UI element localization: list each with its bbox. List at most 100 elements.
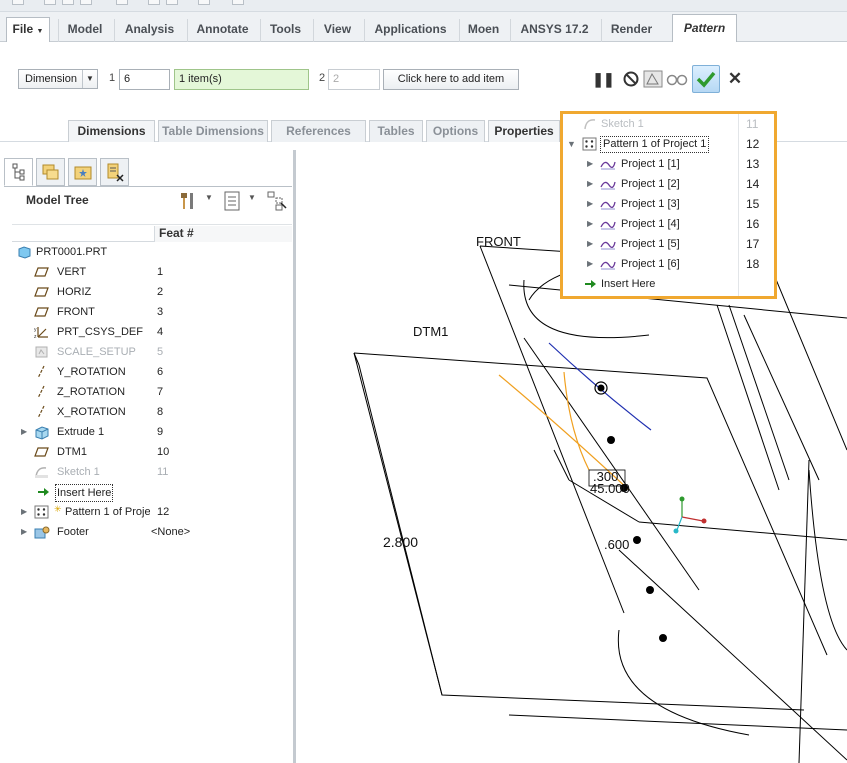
- direction2-count-input[interactable]: 2: [328, 69, 380, 90]
- popup-item-label: Insert Here: [601, 278, 656, 290]
- navigator-panel: Model Tree ▼ ▼ Feat # PRT0001.PRT VERT 1…: [0, 150, 296, 763]
- popup-item-project-1-3[interactable]: ▶ Project 1 [3] 15: [563, 194, 774, 214]
- model-tree-tab-icon[interactable]: [4, 158, 33, 186]
- tab-file[interactable]: File ▼: [6, 17, 50, 42]
- feat-number-header[interactable]: Feat #: [154, 226, 292, 242]
- tree-item-vert[interactable]: VERT 1: [12, 262, 292, 282]
- chevron-down-icon[interactable]: ▼: [205, 193, 213, 202]
- add-item-button[interactable]: Click here to add item: [383, 69, 519, 90]
- popup-item-sketch-1[interactable]: Sketch 1 11: [563, 114, 774, 134]
- tree-item-label: Extrude 1: [57, 426, 105, 438]
- expand-arrow-icon[interactable]: ▶: [587, 214, 593, 234]
- popup-item-project-1-4[interactable]: ▶ Project 1 [4] 16: [563, 214, 774, 234]
- tree-item-prt-csys-def[interactable]: yz PRT_CSYS_DEF 4: [12, 322, 292, 342]
- tree-item-pattern-1[interactable]: ▶ ✳ Pattern 1 of Project 1 12: [12, 502, 292, 522]
- tree-item-feat: 2: [157, 286, 164, 298]
- tab-applications[interactable]: Applications: [364, 19, 456, 42]
- direction1-label: 1: [109, 72, 116, 84]
- tree-item-front[interactable]: FRONT 3: [12, 302, 292, 322]
- ok-checkmark-button[interactable]: [692, 65, 720, 93]
- collapse-arrow-icon[interactable]: ▼: [567, 134, 576, 154]
- tab-annotate[interactable]: Annotate: [187, 19, 257, 42]
- folder-browser-tab-icon[interactable]: [36, 158, 65, 186]
- pattern-point[interactable]: [607, 436, 615, 444]
- tab-tables[interactable]: Tables: [369, 120, 423, 142]
- popup-item-project-1-6[interactable]: ▶ Project 1 [6] 18: [563, 254, 774, 274]
- customize-icon[interactable]: [232, 0, 244, 5]
- history-tab-icon[interactable]: [100, 158, 129, 186]
- pattern-point[interactable]: [633, 536, 641, 544]
- tree-item-label: SCALE_SETUP: [57, 346, 136, 358]
- popup-item-project-1-2[interactable]: ▶ Project 1 [2] 14: [563, 174, 774, 194]
- regenerate-icon[interactable]: [148, 0, 160, 5]
- front-datum-label[interactable]: FRONT: [476, 234, 521, 249]
- dimension-angle-label[interactable]: 45.000: [590, 481, 630, 496]
- close-window-icon[interactable]: [198, 0, 210, 5]
- expand-arrow-icon[interactable]: ▶: [587, 234, 593, 254]
- datum-axis-icon: [34, 385, 49, 399]
- sketch-icon: [34, 465, 49, 479]
- popup-item-project-1-1[interactable]: ▶ Project 1 [1] 13: [563, 154, 774, 174]
- tab-dimensions[interactable]: Dimensions: [68, 120, 155, 142]
- tree-filter-icon[interactable]: [266, 190, 288, 215]
- tree-item-dtm1[interactable]: DTM1 10: [12, 442, 292, 462]
- pattern-point[interactable]: [659, 634, 667, 642]
- verify-glasses-icon[interactable]: [664, 65, 690, 93]
- tree-item-scale-setup[interactable]: SCALE_SETUP 5: [12, 342, 292, 362]
- hammer-settings-icon[interactable]: [178, 190, 200, 215]
- expand-arrow-icon[interactable]: ▶: [587, 154, 593, 174]
- tree-item-extrude-1[interactable]: ▶ Extrude 1 9: [12, 422, 292, 442]
- expand-arrow-icon[interactable]: ▶: [21, 422, 27, 442]
- tab-ansys[interactable]: ANSYS 17.2: [510, 19, 598, 42]
- tree-item-footer[interactable]: ▶ Footer <None>: [12, 522, 292, 542]
- expand-arrow-icon[interactable]: ▶: [587, 194, 593, 214]
- tab-pattern[interactable]: Pattern: [672, 14, 737, 43]
- tree-item-sketch-1[interactable]: Sketch 1 11: [12, 462, 292, 482]
- popup-item-project-1-5[interactable]: ▶ Project 1 [5] 17: [563, 234, 774, 254]
- pattern-point[interactable]: [646, 586, 654, 594]
- tab-moen[interactable]: Moen: [459, 19, 507, 42]
- expand-arrow-icon[interactable]: ▶: [587, 254, 593, 274]
- dimension-height-label[interactable]: 2.800: [383, 534, 418, 550]
- windows-icon[interactable]: [166, 0, 178, 5]
- new-file-icon[interactable]: [12, 0, 24, 5]
- open-file-icon[interactable]: [44, 0, 56, 5]
- direction1-items-field[interactable]: 1 item(s): [174, 69, 309, 90]
- expand-arrow-icon[interactable]: ▶: [587, 174, 593, 194]
- dtm1-datum-label[interactable]: DTM1: [413, 324, 448, 339]
- tree-item-prt0001[interactable]: PRT0001.PRT: [12, 242, 292, 262]
- tab-render[interactable]: Render: [601, 19, 661, 42]
- tab-properties[interactable]: Properties: [488, 120, 560, 142]
- chevron-down-icon[interactable]: ▼: [248, 193, 256, 202]
- pattern-type-select[interactable]: Dimension ▼: [18, 69, 98, 89]
- show-list-icon[interactable]: [222, 190, 242, 215]
- tree-item-z-rotation[interactable]: Z_ROTATION 7: [12, 382, 292, 402]
- tree-item-label: Sketch 1: [57, 466, 100, 478]
- datum-axis-icon: [34, 365, 49, 379]
- popup-item-insert-here[interactable]: Insert Here: [563, 274, 774, 294]
- tree-item-horiz[interactable]: HORIZ 2: [12, 282, 292, 302]
- tab-tools[interactable]: Tools: [260, 19, 310, 42]
- tab-options[interactable]: Options: [426, 120, 485, 142]
- save-icon[interactable]: [62, 0, 74, 5]
- expand-arrow-icon[interactable]: ▶: [21, 502, 27, 522]
- pause-icon[interactable]: ❚❚: [590, 65, 616, 93]
- preview-geometry-icon[interactable]: [640, 65, 666, 93]
- tree-item-label: PRT0001.PRT: [36, 246, 108, 258]
- tree-column-header: Feat #: [12, 224, 292, 242]
- tab-view[interactable]: View: [313, 19, 361, 42]
- redo-icon[interactable]: [116, 0, 128, 5]
- tab-table-dimensions[interactable]: Table Dimensions: [158, 120, 268, 142]
- cancel-close-button[interactable]: ✕: [722, 65, 748, 93]
- expand-arrow-icon[interactable]: ▶: [21, 522, 27, 542]
- tab-analysis[interactable]: Analysis: [114, 19, 184, 42]
- direction1-count-input[interactable]: 6: [119, 69, 170, 90]
- tab-references[interactable]: References: [271, 120, 366, 142]
- undo-icon[interactable]: [80, 0, 92, 5]
- favorites-tab-icon[interactable]: [68, 158, 97, 186]
- popup-item-pattern-1[interactable]: ▼ Pattern 1 of Project 1 12: [563, 134, 774, 154]
- dimension-offset-label[interactable]: .600: [604, 537, 629, 552]
- tree-item-y-rotation[interactable]: Y_ROTATION 6: [12, 362, 292, 382]
- tab-model[interactable]: Model: [58, 19, 111, 42]
- tree-item-x-rotation[interactable]: X_ROTATION 8: [12, 402, 292, 422]
